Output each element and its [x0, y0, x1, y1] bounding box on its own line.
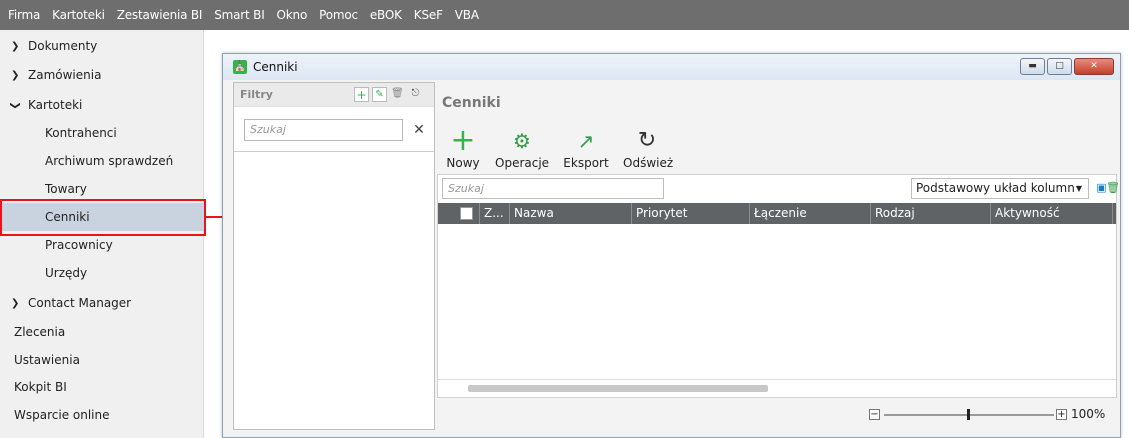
column-header[interactable]: Aktywność: [990, 203, 1112, 224]
minimize-button[interactable]: ▬: [1020, 58, 1045, 75]
refresh-icon: ↻: [637, 128, 657, 153]
sidebar-item-archiwum-sprawdzen[interactable]: Archiwum sprawdzeń: [0, 147, 204, 175]
column-header[interactable]: C: [1112, 203, 1117, 224]
export-icon: ↗: [577, 129, 595, 153]
divider: [234, 151, 434, 152]
menu-ksef[interactable]: KSeF: [408, 8, 449, 22]
cenniki-window: ⛪ Cenniki ▬ □ ✕ Filtry + ✎ 🗑 ⎋ Szukaj ✕ …: [222, 53, 1121, 438]
sidebar-item-label: Zamówienia: [28, 68, 102, 82]
menu-zestawienia-bi[interactable]: Zestawienia BI: [111, 8, 209, 22]
chevron-right-icon: ❯: [11, 297, 20, 309]
operations-button[interactable]: ⚙ Operacje: [495, 126, 549, 170]
new-label: Nowy: [446, 156, 480, 170]
chevron-down-icon: ▼: [1075, 184, 1082, 193]
sidebar-item-label: Urzędy: [45, 266, 88, 280]
sidebar-item-zlecenia[interactable]: Zlecenia: [0, 318, 204, 346]
sidebar-item-label: Zlecenia: [14, 325, 66, 339]
select-all-checkbox[interactable]: [460, 207, 473, 220]
pin-icon[interactable]: ⎋: [408, 87, 423, 102]
sidebar-item-kokpit-bi[interactable]: Kokpit BI: [0, 373, 204, 401]
operations-label: Operacje: [495, 156, 550, 170]
chevron-right-icon: ❯: [11, 40, 20, 52]
sidebar-item-label: Kontrahenci: [45, 126, 117, 140]
sidebar-item-dokumenty[interactable]: ❯ Dokumenty: [0, 32, 204, 60]
zoom-level: 100%: [1071, 407, 1106, 421]
sidebar-item-label: Contact Manager: [28, 296, 132, 310]
filters-search-input[interactable]: Szukaj: [244, 119, 403, 141]
horizontal-scrollbar[interactable]: [468, 385, 768, 392]
highlight-box: [0, 199, 206, 236]
sidebar-item-label: Kartoteki: [28, 98, 83, 112]
menu-smart-bi[interactable]: Smart BI: [208, 8, 270, 22]
gears-icon: ⚙: [513, 129, 531, 153]
column-header[interactable]: Rodzaj: [870, 203, 990, 224]
zoom-slider-thumb[interactable]: [967, 409, 970, 420]
sidebar-item-label: Pracownicy: [45, 238, 113, 252]
delete-filter-icon[interactable]: 🗑: [390, 87, 405, 102]
column-header[interactable]: Łączenie: [749, 203, 870, 224]
window-titlebar[interactable]: ⛪ Cenniki ▬ □ ✕: [223, 54, 1120, 80]
column-layout-select[interactable]: Podstawowy układ kolumn ▼: [911, 178, 1089, 199]
window-title: Cenniki: [253, 60, 298, 74]
sidebar-item-ustawienia[interactable]: Ustawienia: [0, 346, 204, 374]
new-button[interactable]: + Nowy: [445, 123, 481, 171]
refresh-button[interactable]: ↻ Odśwież: [623, 126, 674, 170]
delete-layout-icon[interactable]: 🗑: [1106, 181, 1120, 194]
plus-icon: +: [450, 123, 476, 158]
page-title: Cenniki: [442, 95, 501, 111]
refresh-label: Odśwież: [623, 156, 674, 170]
sidebar-item-label: Archiwum sprawdzeń: [45, 154, 174, 168]
sidebar-item-urzedy[interactable]: Urzędy: [0, 259, 204, 287]
column-layout-value: Podstawowy układ kolumn: [916, 181, 1075, 195]
sidebar-item-label: Wsparcie online: [14, 408, 110, 422]
menu-firma[interactable]: Firma: [2, 8, 46, 22]
export-button[interactable]: ↗ Eksport: [563, 126, 609, 170]
add-filter-icon[interactable]: +: [354, 87, 369, 102]
data-grid: Szukaj Podstawowy układ kolumn ▼ ▣ 🗑 Z...…: [437, 174, 1120, 398]
menu-kartoteki[interactable]: Kartoteki: [46, 8, 111, 22]
menu-okno[interactable]: Okno: [271, 8, 314, 22]
menu-bar: Firma Kartoteki Zestawienia BI Smart BI …: [0, 0, 1129, 30]
clear-search-icon[interactable]: ✕: [410, 120, 428, 140]
filters-title: Filtry: [240, 88, 273, 101]
close-button[interactable]: ✕: [1074, 58, 1114, 75]
sidebar-item-label: Dokumenty: [28, 39, 98, 53]
zoom-in-button[interactable]: +: [1056, 409, 1067, 420]
menu-pomoc[interactable]: Pomoc: [313, 8, 364, 22]
zoom-control: − + 100%: [869, 406, 1109, 424]
column-header[interactable]: Priorytet: [631, 203, 749, 224]
chevron-right-icon: ❯: [11, 69, 20, 81]
zoom-out-button[interactable]: −: [869, 409, 880, 420]
chevron-down-icon: ❯: [9, 100, 21, 110]
grid-footer: [438, 379, 1116, 397]
maximize-button[interactable]: □: [1047, 58, 1072, 75]
edit-filter-icon[interactable]: ✎: [372, 87, 387, 102]
filters-panel: Filtry + ✎ 🗑 ⎋ Szukaj ✕: [233, 82, 435, 430]
sidebar-item-wsparcie-online[interactable]: Wsparcie online: [0, 401, 204, 429]
sidebar-item-kontrahenci[interactable]: Kontrahenci: [0, 119, 204, 147]
sidebar-item-label: Towary: [45, 182, 87, 196]
basket-icon: ⛪: [233, 60, 247, 74]
export-label: Eksport: [563, 156, 609, 170]
sidebar-item-contact-manager[interactable]: ❯ Contact Manager: [0, 289, 204, 317]
grid-header: Z... Nazwa Priorytet Łączenie Rodzaj Akt…: [438, 203, 1116, 224]
column-header[interactable]: Z...: [479, 203, 509, 224]
sidebar-item-label: Kokpit BI: [14, 380, 67, 394]
sidebar-item-kartoteki[interactable]: ❯ Kartoteki: [0, 91, 204, 119]
grid-search-input[interactable]: Szukaj: [442, 178, 664, 199]
menu-vba[interactable]: VBA: [449, 8, 485, 22]
column-header[interactable]: Nazwa: [509, 203, 631, 224]
sidebar-item-zamowienia[interactable]: ❯ Zamówienia: [0, 61, 204, 89]
sidebar-item-label: Ustawienia: [14, 353, 80, 367]
menu-ebok[interactable]: eBOK: [364, 8, 408, 22]
